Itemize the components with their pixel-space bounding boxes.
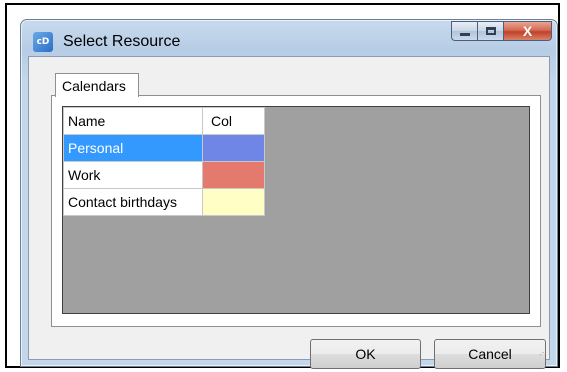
dialog-client-area: Calendars Name Col Personal Work Contact b… (28, 56, 550, 369)
title-bar[interactable]: cD Select Resource X (21, 20, 557, 56)
maximize-icon (485, 27, 496, 35)
table-row[interactable]: Personal (63, 134, 265, 162)
close-button[interactable]: X (504, 21, 552, 41)
tab-calendars[interactable]: Calendars (55, 73, 139, 97)
window-title: Select Resource (63, 33, 181, 50)
resource-color-swatch[interactable] (202, 161, 265, 189)
resource-color-swatch[interactable] (202, 188, 265, 216)
select-resource-dialog: cD Select Resource X Calendars Name Col (20, 19, 558, 369)
column-header-name[interactable]: Name (63, 107, 203, 135)
maximize-button[interactable] (478, 21, 504, 41)
resource-color-swatch[interactable] (202, 134, 265, 162)
resize-grip[interactable]: ⋰ (539, 349, 547, 357)
close-icon: X (522, 23, 533, 39)
cancel-button[interactable]: Cancel (434, 339, 546, 369)
app-icon: cD (33, 32, 53, 52)
ok-button[interactable]: OK (310, 339, 421, 369)
minimize-icon (459, 32, 470, 36)
header-row: Name Col (63, 107, 265, 135)
minimize-button[interactable] (451, 21, 478, 41)
column-header-color[interactable]: Col (202, 107, 265, 135)
table-row[interactable]: Contact birthdays (63, 188, 265, 216)
resource-name-cell[interactable]: Work (63, 161, 203, 189)
resource-grid[interactable]: Name Col Personal Work Contact birthdays (62, 106, 530, 314)
table-row[interactable]: Work (63, 161, 265, 189)
caption-buttons: X (451, 21, 552, 41)
resource-table: Name Col Personal Work Contact birthdays (63, 107, 265, 216)
resource-name-cell[interactable]: Contact birthdays (63, 188, 203, 216)
resource-name-cell[interactable]: Personal (63, 134, 203, 162)
